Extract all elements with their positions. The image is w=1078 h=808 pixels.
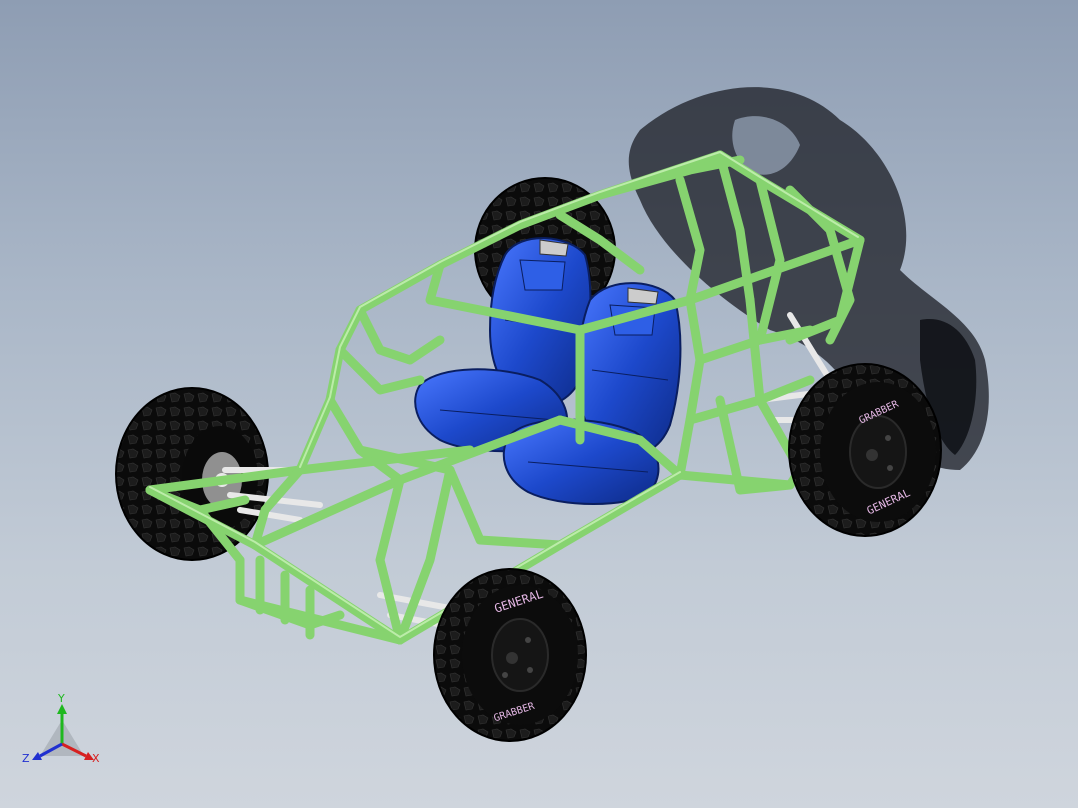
y-arrow-icon <box>57 704 67 714</box>
dune-buggy-model[interactable]: GENERAL GRABBER GRABBER GENERAL <box>0 0 1078 808</box>
front-right-tire: GENERAL GRABBER <box>433 568 587 742</box>
x-axis-label: X <box>92 752 100 765</box>
y-axis-label: Y <box>57 692 65 705</box>
z-axis-label: Z <box>22 752 30 765</box>
orientation-triad[interactable]: Y X Z <box>22 690 112 780</box>
model-viewport[interactable]: GENERAL GRABBER GRABBER GENERAL Y X Z <box>0 0 1078 808</box>
rear-right-tire: GRABBER GENERAL <box>788 363 942 537</box>
